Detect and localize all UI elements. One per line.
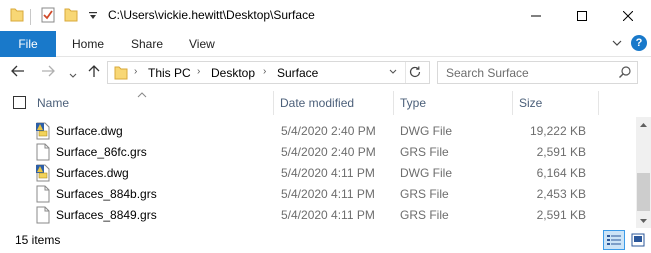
minimize-button[interactable]	[513, 0, 559, 31]
tab-view[interactable]: View	[189, 37, 215, 51]
table-row[interactable]: Surfaces.dwg 5/4/2020 4:11 PM DWG File 6…	[0, 163, 636, 183]
column-divider[interactable]	[598, 91, 599, 115]
file-name: Surfaces.dwg	[56, 166, 129, 180]
generic-file-icon	[35, 143, 51, 164]
tab-home[interactable]: Home	[72, 37, 104, 51]
maximize-icon	[577, 10, 587, 21]
large-icons-view-icon	[631, 233, 645, 247]
search-icon[interactable]	[618, 65, 632, 82]
maximize-button[interactable]	[559, 0, 605, 31]
tab-file[interactable]: File	[0, 31, 56, 57]
file-name: Surface.dwg	[56, 124, 123, 138]
expand-ribbon-chevron-icon[interactable]	[611, 37, 623, 52]
new-folder-icon[interactable]	[64, 7, 78, 26]
ribbon-tabs: File Home Share View ?	[0, 31, 651, 57]
column-header-size[interactable]: Size	[519, 96, 542, 110]
file-date: 5/4/2020 2:40 PM	[281, 124, 376, 138]
breadcrumb-surface[interactable]: Surface	[277, 66, 318, 80]
search-input[interactable]	[438, 62, 614, 83]
breadcrumb-desktop[interactable]: Desktop	[211, 66, 255, 80]
file-name: Surfaces_8849.grs	[56, 208, 157, 222]
scrollbar-thumb[interactable]	[637, 173, 650, 211]
file-type: DWG File	[400, 166, 452, 180]
back-arrow-icon[interactable]	[11, 64, 25, 81]
vertical-scrollbar[interactable]	[636, 117, 651, 228]
generic-file-icon	[35, 206, 51, 227]
file-name: Surface_86fc.grs	[56, 145, 147, 159]
file-list: Surface.dwg 5/4/2020 2:40 PM DWG File 19…	[0, 117, 636, 228]
file-size: 6,164 KB	[536, 166, 586, 180]
file-date: 5/4/2020 4:11 PM	[281, 187, 375, 201]
select-all-checkbox[interactable]	[13, 96, 26, 109]
forward-arrow-icon[interactable]	[41, 64, 55, 81]
file-size: 2,591 KB	[536, 208, 586, 222]
breadcrumb-this-pc[interactable]: This PC	[148, 66, 191, 80]
table-row[interactable]: Surfaces_884b.grs 5/4/2020 4:11 PM GRS F…	[0, 184, 636, 204]
navigation-bar: › This PC › Desktop › Surface	[0, 57, 651, 87]
column-header-date-modified[interactable]: Date modified	[280, 96, 354, 110]
file-size: 2,591 KB	[536, 145, 586, 159]
minimize-icon	[531, 15, 541, 16]
table-row[interactable]: Surface.dwg 5/4/2020 2:40 PM DWG File 19…	[0, 121, 636, 141]
generic-file-icon	[35, 185, 51, 206]
column-header-name[interactable]: Name	[37, 96, 69, 110]
details-view-button[interactable]	[603, 230, 625, 250]
column-header-type[interactable]: Type	[400, 96, 426, 110]
column-header-row: Name Date modified Type Size	[0, 87, 636, 117]
table-row[interactable]: Surface_86fc.grs 5/4/2020 2:40 PM GRS Fi…	[0, 142, 636, 162]
close-icon	[623, 10, 633, 21]
column-divider[interactable]	[512, 91, 513, 115]
file-date: 5/4/2020 4:11 PM	[281, 208, 375, 222]
search-box[interactable]	[437, 61, 638, 84]
address-divider	[405, 62, 406, 83]
title-bar: C:\Users\vickie.hewitt\Desktop\Surface	[0, 0, 651, 31]
recent-locations-chevron-icon[interactable]	[69, 68, 77, 82]
refresh-icon[interactable]	[408, 65, 422, 82]
table-row[interactable]: Surfaces_8849.grs 5/4/2020 4:11 PM GRS F…	[0, 205, 636, 225]
file-size: 2,453 KB	[536, 187, 586, 201]
dwg-file-icon	[35, 164, 51, 185]
column-divider[interactable]	[273, 91, 274, 115]
window-title: C:\Users\vickie.hewitt\Desktop\Surface	[108, 8, 315, 22]
details-view-icon	[607, 235, 621, 245]
breadcrumb-separator-icon[interactable]: ›	[197, 66, 200, 77]
toolbar-divider	[30, 9, 31, 25]
dwg-file-icon	[35, 122, 51, 143]
help-icon[interactable]: ?	[631, 35, 647, 51]
customize-dropdown-icon[interactable]	[88, 11, 98, 23]
file-name: Surfaces_884b.grs	[56, 187, 157, 201]
status-bar: 15 items	[0, 228, 651, 253]
scroll-down-arrow-icon[interactable]	[636, 214, 651, 228]
close-button[interactable]	[605, 0, 651, 31]
properties-icon[interactable]	[40, 7, 56, 26]
large-icons-view-button[interactable]	[628, 230, 648, 250]
address-dropdown-icon[interactable]	[388, 66, 398, 81]
tab-share[interactable]: Share	[131, 37, 163, 51]
address-bar[interactable]: › This PC › Desktop › Surface	[107, 61, 430, 84]
file-type: DWG File	[400, 124, 452, 138]
file-date: 5/4/2020 2:40 PM	[281, 145, 376, 159]
breadcrumb-separator-icon[interactable]: ›	[134, 66, 137, 77]
folder-icon	[10, 7, 24, 26]
file-type: GRS File	[400, 145, 449, 159]
file-type: GRS File	[400, 187, 449, 201]
file-date: 5/4/2020 4:11 PM	[281, 166, 375, 180]
item-count: 15 items	[15, 233, 61, 247]
file-size: 19,222 KB	[529, 124, 586, 138]
breadcrumb-separator-icon[interactable]: ›	[263, 66, 266, 77]
folder-icon	[114, 65, 128, 83]
column-divider[interactable]	[393, 91, 394, 115]
scroll-up-arrow-icon[interactable]	[636, 117, 651, 131]
up-arrow-icon[interactable]	[87, 64, 101, 81]
file-type: GRS File	[400, 208, 449, 222]
sort-ascending-icon	[137, 87, 147, 101]
